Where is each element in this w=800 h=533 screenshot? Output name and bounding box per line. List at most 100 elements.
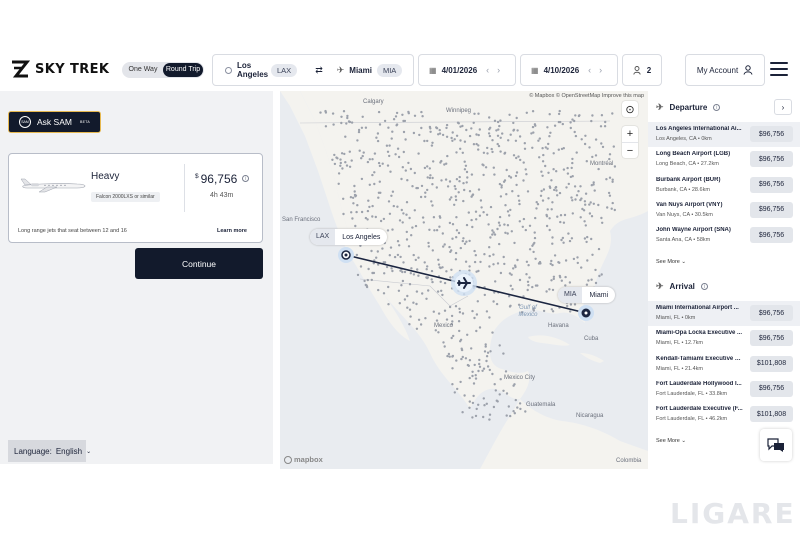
route-selector[interactable]: Los Angeles LAX ⇄ ✈ Miami MIA	[212, 54, 414, 86]
airport-price-button[interactable]: $96,756	[750, 201, 793, 218]
airport-price-button[interactable]: $101,808	[750, 406, 793, 423]
prev-date-icon[interactable]: ‹	[588, 65, 591, 75]
airport-dot	[392, 204, 395, 208]
airport-dot	[415, 290, 419, 293]
airport-price-button[interactable]: $96,756	[750, 305, 793, 321]
airport-dot	[495, 302, 499, 306]
learn-more-link[interactable]: Learn more	[217, 228, 247, 234]
collapse-panel-button[interactable]: ›	[774, 99, 792, 115]
airport-price-button[interactable]: $96,756	[750, 176, 793, 193]
airport-row[interactable]: Fort Lauderdale Hollywood I... Fort Laude…	[648, 377, 800, 402]
airport-dot	[589, 201, 592, 204]
airport-dot	[443, 243, 446, 246]
airport-name: Kendall-Tamiami Executive A...	[656, 355, 744, 362]
map-label-guatemala: Guatemala	[526, 402, 556, 408]
airport-dot	[569, 175, 573, 179]
continue-button[interactable]: Continue	[135, 248, 263, 279]
locate-control[interactable]: ⊙	[622, 101, 638, 117]
airport-dot	[401, 221, 404, 224]
departure-see-more[interactable]: See More ⌄	[656, 259, 686, 265]
airport-dot	[471, 225, 474, 229]
language-selector[interactable]: Language: English ⌄	[8, 440, 91, 462]
airport-dot	[398, 219, 402, 222]
airport-dot	[349, 196, 353, 199]
prev-date-icon[interactable]: ‹	[486, 65, 489, 75]
airport-price-button[interactable]: $96,756	[750, 151, 793, 168]
airport-row[interactable]: Miami International Airport ... Miami, FL…	[648, 301, 800, 326]
info-icon[interactable]: i	[242, 175, 250, 182]
airport-dot	[504, 204, 507, 207]
airport-row[interactable]: Van Nuys Airport (VNY) Van Nuys, CA • 30.…	[648, 198, 800, 223]
price-amount: 96,756	[200, 172, 238, 186]
mapbox-logo[interactable]: mapbox	[284, 455, 323, 464]
airport-dot	[494, 389, 497, 392]
zoom-in-button[interactable]: +	[622, 126, 638, 142]
menu-icon[interactable]	[770, 62, 788, 76]
airport-dot	[528, 248, 532, 251]
airport-dot	[462, 237, 465, 240]
airport-dot	[483, 293, 486, 297]
destination-bubble[interactable]: MIA Miami	[558, 287, 616, 303]
airport-dot	[597, 203, 600, 207]
airport-dot	[417, 256, 420, 259]
airport-dot	[512, 128, 516, 131]
next-date-icon[interactable]: ›	[599, 65, 602, 75]
airport-price-button[interactable]: $96,756	[750, 227, 793, 244]
depart-date-field[interactable]: ▦ 4/01/2026 ‹ ›	[418, 54, 516, 86]
route-map[interactable]: © Mapbox © OpenStreetMap Improve this ma…	[280, 91, 648, 469]
return-date-field[interactable]: ▦ 4/10/2026 ‹ ›	[520, 54, 618, 86]
airport-dot	[419, 195, 423, 199]
origin-bubble[interactable]: LAX Los Angeles	[310, 229, 388, 245]
airport-dot	[495, 129, 498, 132]
airport-dot	[376, 250, 379, 253]
info-icon[interactable]: i	[713, 104, 721, 111]
ask-sam-button[interactable]: SAM Ask SAM BETA	[8, 111, 101, 133]
trip-type-toggle[interactable]: One Way Round Trip	[122, 62, 204, 78]
airport-row[interactable]: Long Beach Airport (LGB) Long Beach, CA •…	[648, 147, 800, 172]
swap-icon[interactable]: ⇄	[315, 65, 323, 76]
arrival-see-more[interactable]: See More ⌄	[656, 438, 686, 444]
airport-dot	[453, 391, 456, 394]
my-account-button[interactable]: My Account	[685, 54, 765, 86]
airport-dot	[509, 414, 512, 418]
destination-marker[interactable]	[577, 304, 595, 322]
airport-row[interactable]: Miami-Opa Locka Executive ... Miami, FL •…	[648, 326, 800, 351]
zoom-out-button[interactable]: −	[622, 142, 638, 158]
airport-dot	[494, 280, 497, 283]
airport-location: Fort Lauderdale, FL • 46.2km	[656, 416, 728, 423]
sam-badge-icon: SAM	[19, 116, 31, 128]
airport-dot	[558, 191, 562, 195]
airport-row[interactable]: Kendall-Tamiami Executive A... Miami, FL …	[648, 352, 800, 377]
airport-dot	[478, 358, 481, 362]
airport-dot	[552, 152, 555, 155]
airport-row[interactable]: Los Angeles International Ai... Los Angel…	[648, 122, 800, 147]
airport-dot	[527, 264, 530, 267]
airport-dot	[361, 154, 364, 158]
next-date-icon[interactable]: ›	[497, 65, 500, 75]
jet-option-card[interactable]: Heavy Falcon 2000LXS or similar $ 96,756…	[8, 153, 263, 243]
airport-row[interactable]: Fort Lauderdale Executive (F... Fort Laud…	[648, 402, 800, 427]
airport-row[interactable]: John Wayne Airport (SNA) Santa Ana, CA • …	[648, 223, 800, 248]
round-trip-option[interactable]: Round Trip	[163, 63, 203, 77]
zoom-controls[interactable]: + −	[622, 126, 638, 158]
airport-dot	[398, 244, 401, 247]
chat-button[interactable]	[760, 429, 792, 461]
airport-dot	[355, 210, 358, 214]
airport-dot	[488, 413, 492, 416]
airport-price-button[interactable]: $101,808	[750, 355, 793, 372]
airport-row[interactable]: Burbank Airport (BUR) Burbank, CA • 28.6k…	[648, 173, 800, 198]
logo[interactable]: SKY TREK	[10, 58, 109, 80]
airport-dot	[515, 171, 519, 174]
airport-price-button[interactable]: $96,756	[750, 330, 793, 347]
airport-price-button[interactable]: $96,756	[750, 126, 793, 142]
map-attribution[interactable]: © Mapbox © OpenStreetMap Improve this ma…	[529, 93, 644, 99]
locate-icon[interactable]: ⊙	[622, 101, 638, 117]
origin-marker[interactable]	[337, 246, 355, 264]
airport-dot	[402, 130, 406, 134]
info-icon[interactable]: i	[700, 283, 708, 290]
airport-dot	[360, 177, 364, 181]
airport-dot	[431, 183, 434, 186]
passenger-selector[interactable]: 2	[622, 54, 662, 86]
airport-price-button[interactable]: $96,756	[750, 380, 793, 397]
one-way-option[interactable]: One Way	[123, 63, 163, 77]
